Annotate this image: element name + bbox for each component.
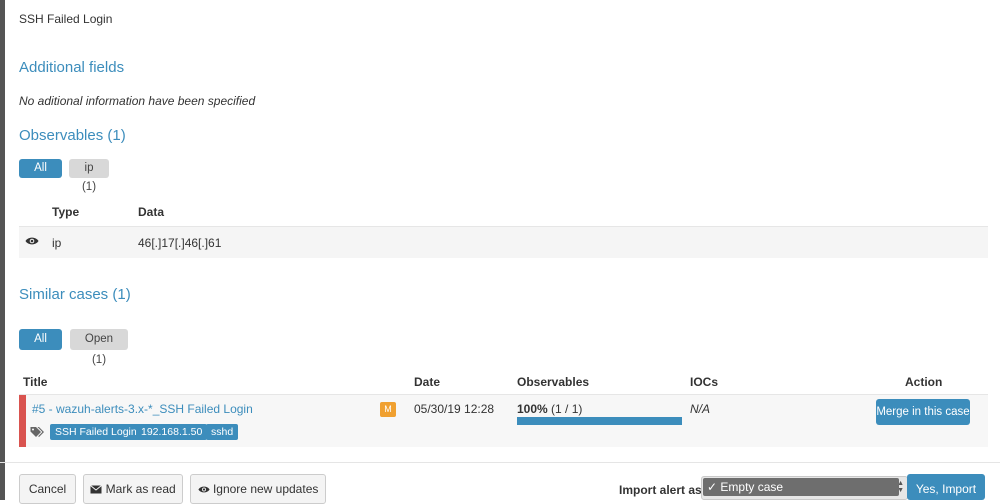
case-date: 05/30/19 12:28 — [414, 402, 495, 416]
observables-filter-ip[interactable]: ip (1) — [69, 159, 109, 193]
observables-column-type: Type — [52, 205, 80, 219]
observable-type: ip — [52, 236, 62, 250]
cases-column-date: Date — [414, 375, 441, 389]
case-iocs: N/A — [690, 402, 711, 416]
observables-progress-fill — [517, 417, 682, 425]
table-row: #5 - wazuh-alerts-3.x-*_SSH Failed Login… — [19, 395, 988, 447]
additional-fields-empty-text: No aditional information have been speci… — [19, 94, 256, 108]
observables-filter-all[interactable]: All (1) — [19, 159, 62, 193]
eye-icon — [198, 485, 210, 494]
observables-column-data: Data — [138, 205, 165, 219]
import-type-option[interactable]: ✓ Empty case — [703, 478, 899, 496]
table-row: ip 46[.]17[.]46[.]61 — [19, 227, 988, 258]
severity-badge: M — [380, 402, 396, 417]
alert-description: SSH Failed Login — [19, 12, 113, 26]
tags-icon — [30, 426, 45, 438]
observables-progress-bar — [517, 417, 682, 425]
case-title-link[interactable]: #5 - wazuh-alerts-3.x-*_SSH Failed Login — [32, 402, 253, 416]
cases-column-observables: Observables — [517, 375, 590, 389]
additional-fields-heading: Additional fields — [19, 59, 125, 76]
observables-heading: Observables (1) — [19, 127, 126, 144]
mark-as-read-label: Mark as read — [105, 482, 176, 496]
cases-column-title: Title — [23, 375, 48, 389]
background-modal-edge — [0, 0, 5, 500]
case-tag[interactable]: 192.168.1.50 — [136, 424, 208, 440]
case-tag[interactable]: sshd — [206, 424, 239, 440]
severity-color-bar — [19, 395, 26, 447]
observable-data: 46[.]17[.]46[.]61 — [138, 236, 222, 250]
ignore-new-updates-label: Ignore new updates — [212, 482, 319, 496]
observables-count: (1 / 1) — [551, 402, 583, 416]
yes-import-button[interactable]: Yes, Import — [907, 474, 985, 500]
case-tag[interactable]: SSH Failed Login — [50, 424, 142, 440]
modal-footer-divider — [0, 462, 1000, 463]
similar-cases-filter-all[interactable]: All (1) — [19, 329, 62, 366]
import-alert-label: Import alert as — [619, 483, 702, 497]
eye-icon[interactable] — [25, 236, 39, 246]
observables-percent: 100% — [517, 402, 548, 416]
cases-column-action: Action — [905, 375, 943, 389]
cases-column-iocs: IOCs — [690, 375, 719, 389]
merge-in-this-case-button[interactable]: Merge in this case — [876, 399, 970, 425]
envelope-icon — [90, 485, 103, 494]
similar-cases-filter-open[interactable]: Open (1) — [70, 329, 128, 366]
similar-cases-heading: Similar cases (1) — [19, 286, 131, 303]
